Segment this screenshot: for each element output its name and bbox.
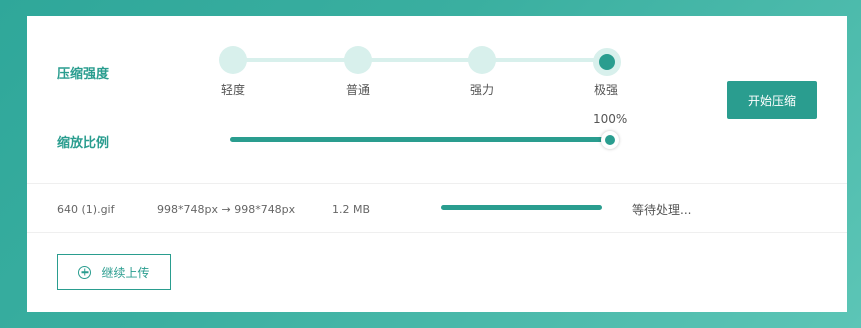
compression-label: 压缩强度 xyxy=(57,67,110,82)
compression-step-strong[interactable] xyxy=(468,46,496,74)
compression-track xyxy=(232,58,604,62)
scale-slider-track[interactable] xyxy=(230,137,610,142)
compression-step-normal[interactable] xyxy=(344,46,372,74)
continue-upload-button[interactable]: 继续上传 xyxy=(57,254,171,290)
file-status: 等待处理... xyxy=(632,203,692,217)
compression-step-light[interactable] xyxy=(219,46,247,74)
compression-level-label-extreme: 极强 xyxy=(593,83,619,97)
scale-label: 缩放比例 xyxy=(57,136,110,151)
file-dimensions: 998*748px → 998*748px xyxy=(157,203,296,216)
scale-value: 100% xyxy=(593,112,628,126)
compress-panel: 压缩强度 轻度 普通 强力 极强 开始压缩 缩放比例 100% 640 (1).… xyxy=(27,16,847,312)
file-name: 640 (1).gif xyxy=(57,203,115,216)
start-compress-button[interactable]: 开始压缩 xyxy=(727,81,817,119)
compression-step-extreme[interactable] xyxy=(593,48,621,76)
divider xyxy=(27,232,847,233)
divider xyxy=(27,183,847,184)
compression-level-label-normal: 普通 xyxy=(345,83,371,97)
file-progress-bar xyxy=(441,205,602,210)
compression-level-label-strong: 强力 xyxy=(469,83,495,97)
add-circle-icon xyxy=(78,265,92,279)
compression-level-label-light: 轻度 xyxy=(220,83,246,97)
file-size: 1.2 MB xyxy=(332,203,371,216)
scale-slider-handle[interactable] xyxy=(601,131,619,149)
continue-upload-label: 继续上传 xyxy=(101,265,150,280)
